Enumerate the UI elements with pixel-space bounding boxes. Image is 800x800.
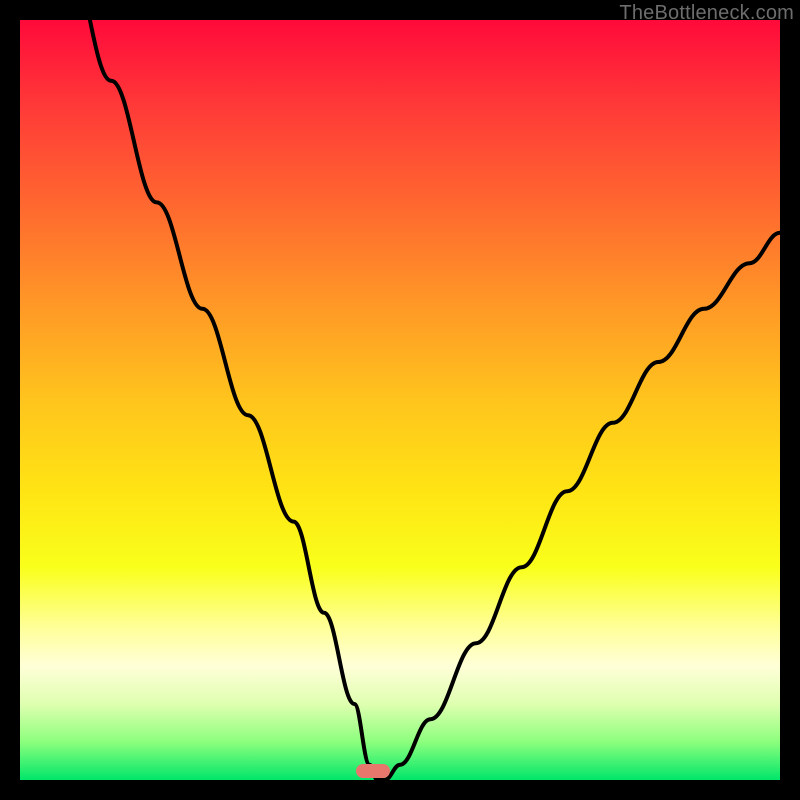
- watermark-text: TheBottleneck.com: [619, 2, 794, 25]
- chart-stage: TheBottleneck.com: [0, 0, 800, 800]
- bottleneck-curve: [20, 20, 780, 780]
- optimal-point-marker: [356, 764, 390, 778]
- plot-area: [20, 20, 780, 780]
